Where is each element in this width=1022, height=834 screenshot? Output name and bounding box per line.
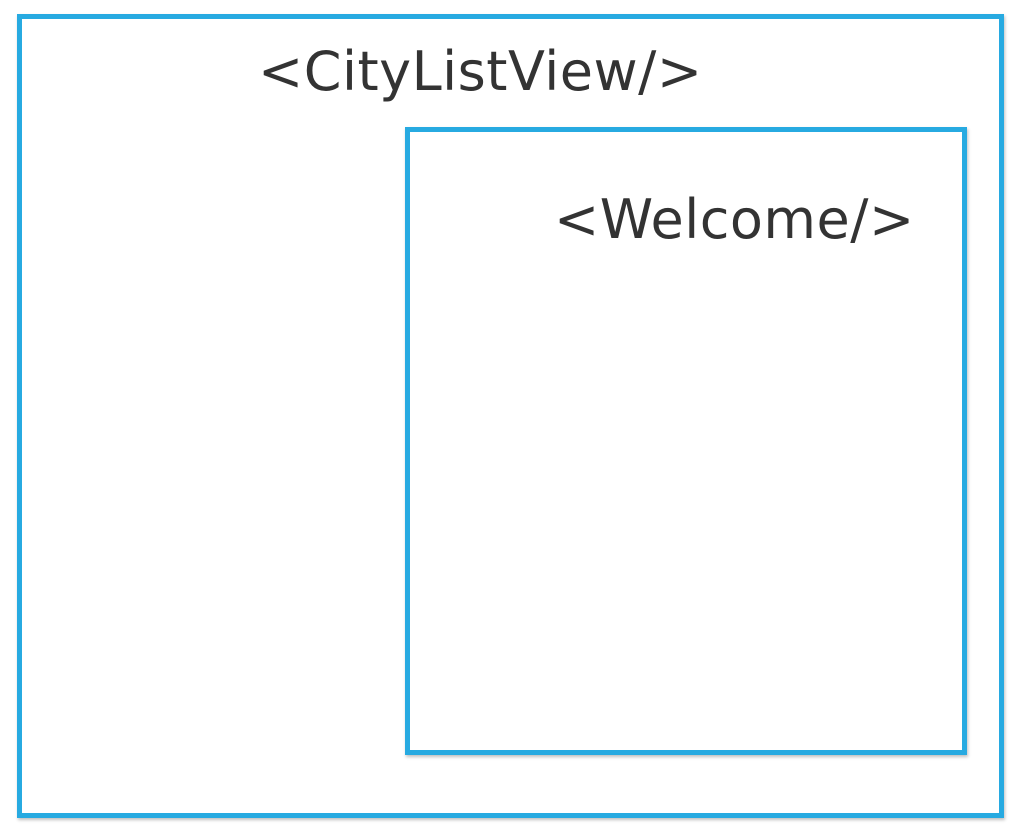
citylistview-component-label: <CityListView/>	[258, 40, 703, 103]
welcome-component-label: <Welcome/>	[554, 188, 915, 251]
